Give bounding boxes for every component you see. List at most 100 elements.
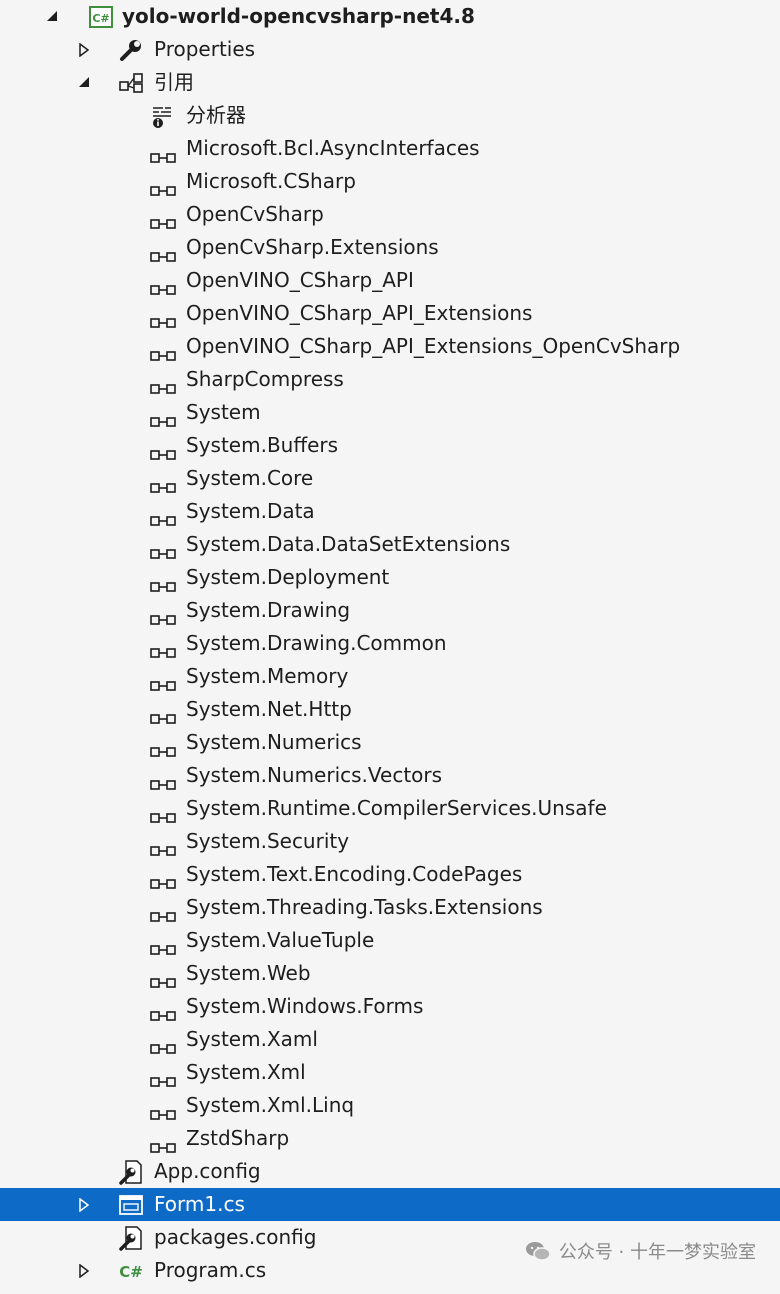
reference-item-label: System.Text.Encoding.CodePages bbox=[186, 862, 523, 886]
assembly-reference-icon bbox=[150, 538, 178, 559]
reference-item[interactable]: OpenCvSharp bbox=[0, 198, 780, 231]
reference-item-label: OpenVINO_CSharp_API_Extensions_OpenCvSha… bbox=[186, 334, 681, 358]
reference-item[interactable]: System.Drawing bbox=[0, 594, 780, 627]
assembly-reference-icon bbox=[150, 1099, 178, 1120]
file-label: App.config bbox=[154, 1159, 261, 1183]
solution-explorer-tree: C# yolo-world-opencvsharp-net4.8 Propert… bbox=[0, 0, 780, 1287]
expand-arrow-icon[interactable] bbox=[76, 1188, 96, 1221]
svg-text:C#: C# bbox=[119, 1263, 143, 1281]
references-node[interactable]: 引用 bbox=[0, 66, 780, 99]
reference-item[interactable]: SharpCompress bbox=[0, 363, 780, 396]
reference-item[interactable]: OpenVINO_CSharp_API bbox=[0, 264, 780, 297]
reference-item[interactable]: System.Memory bbox=[0, 660, 780, 693]
reference-item-label: OpenCvSharp bbox=[186, 202, 324, 226]
properties-node[interactable]: Properties bbox=[0, 33, 780, 66]
assembly-reference-icon bbox=[150, 142, 178, 163]
reference-item-label: System.ValueTuple bbox=[186, 928, 375, 952]
form-icon bbox=[118, 1192, 144, 1218]
reference-item-label: ZstdSharp bbox=[186, 1126, 290, 1150]
reference-item-label: System.Windows.Forms bbox=[186, 994, 424, 1018]
project-files-list: App.config Form1.cs packages.config C# Progr… bbox=[0, 1155, 780, 1287]
reference-item-label: System.Buffers bbox=[186, 433, 339, 457]
reference-item[interactable]: System.Buffers bbox=[0, 429, 780, 462]
reference-item-label: System.Runtime.CompilerServices.Unsafe bbox=[186, 796, 607, 820]
project-node[interactable]: C# yolo-world-opencvsharp-net4.8 bbox=[0, 0, 780, 33]
reference-item[interactable]: ZstdSharp bbox=[0, 1122, 780, 1155]
collapse-arrow-icon[interactable] bbox=[76, 66, 96, 99]
assembly-reference-icon bbox=[150, 1000, 178, 1021]
reference-item[interactable]: System.Core bbox=[0, 462, 780, 495]
reference-item[interactable]: System.Xaml bbox=[0, 1023, 780, 1056]
reference-item[interactable]: System.Numerics bbox=[0, 726, 780, 759]
assembly-reference-icon bbox=[150, 868, 178, 889]
reference-item[interactable]: System.Xml.Linq bbox=[0, 1089, 780, 1122]
expand-arrow-icon[interactable] bbox=[76, 1254, 96, 1287]
reference-item-label: Microsoft.CSharp bbox=[186, 169, 356, 193]
reference-item-label: System.Xaml bbox=[186, 1027, 318, 1051]
reference-item-label: System.Web bbox=[186, 961, 311, 985]
file-node[interactable]: App.config bbox=[0, 1155, 780, 1188]
assembly-reference-icon bbox=[150, 373, 178, 394]
assembly-reference-icon bbox=[150, 901, 178, 922]
references-icon bbox=[118, 70, 144, 96]
assembly-reference-icon bbox=[150, 208, 178, 229]
assembly-reference-icon bbox=[150, 571, 178, 592]
reference-item-label: System.Xml bbox=[186, 1060, 306, 1084]
assembly-reference-icon bbox=[150, 505, 178, 526]
reference-item[interactable]: System.ValueTuple bbox=[0, 924, 780, 957]
reference-item[interactable]: System.Security bbox=[0, 825, 780, 858]
reference-item[interactable]: System.Data.DataSetExtensions bbox=[0, 528, 780, 561]
reference-item[interactable]: Microsoft.Bcl.AsyncInterfaces bbox=[0, 132, 780, 165]
reference-item-label: OpenVINO_CSharp_API_Extensions bbox=[186, 301, 533, 325]
assembly-reference-icon bbox=[150, 967, 178, 988]
assembly-reference-icon bbox=[150, 934, 178, 955]
csharp-project-icon: C# bbox=[88, 4, 114, 30]
reference-item[interactable]: System.Runtime.CompilerServices.Unsafe bbox=[0, 792, 780, 825]
reference-item-label: System.Data.DataSetExtensions bbox=[186, 532, 511, 556]
reference-item[interactable]: System.Xml bbox=[0, 1056, 780, 1089]
assembly-reference-icon bbox=[150, 637, 178, 658]
reference-item-label: System.Drawing.Common bbox=[186, 631, 447, 655]
reference-item-label: OpenCvSharp.Extensions bbox=[186, 235, 439, 259]
reference-item[interactable]: System.Deployment bbox=[0, 561, 780, 594]
assembly-reference-icon bbox=[150, 1066, 178, 1087]
reference-item[interactable]: Microsoft.CSharp bbox=[0, 165, 780, 198]
svg-text:C#: C# bbox=[92, 12, 109, 25]
reference-item-label: System.Drawing bbox=[186, 598, 351, 622]
reference-item[interactable]: System.Net.Http bbox=[0, 693, 780, 726]
reference-item[interactable]: System.Numerics.Vectors bbox=[0, 759, 780, 792]
reference-item[interactable]: OpenVINO_CSharp_API_Extensions_OpenCvSha… bbox=[0, 330, 780, 363]
assembly-reference-icon bbox=[150, 604, 178, 625]
reference-item-label: SharpCompress bbox=[186, 367, 344, 391]
reference-item-label: System.Security bbox=[186, 829, 350, 853]
reference-item[interactable]: System.Text.Encoding.CodePages bbox=[0, 858, 780, 891]
reference-item-label: System.Deployment bbox=[186, 565, 390, 589]
analyzer-node[interactable]: 分析器 bbox=[0, 99, 780, 132]
config-file-icon bbox=[118, 1225, 144, 1251]
assembly-reference-icon bbox=[150, 175, 178, 196]
reference-item[interactable]: System.Threading.Tasks.Extensions bbox=[0, 891, 780, 924]
analyzer-label: 分析器 bbox=[186, 103, 246, 127]
reference-item[interactable]: System.Drawing.Common bbox=[0, 627, 780, 660]
assembly-reference-icon bbox=[150, 736, 178, 757]
assembly-reference-icon bbox=[150, 769, 178, 790]
assembly-reference-icon bbox=[150, 670, 178, 691]
wrench-icon bbox=[118, 37, 144, 63]
expand-arrow-icon[interactable] bbox=[76, 33, 96, 66]
assembly-reference-icon bbox=[150, 439, 178, 460]
wechat-icon bbox=[525, 1240, 551, 1262]
reference-item[interactable]: System bbox=[0, 396, 780, 429]
reference-item-label: System.Data bbox=[186, 499, 315, 523]
reference-item[interactable]: System.Data bbox=[0, 495, 780, 528]
reference-item[interactable]: System.Web bbox=[0, 957, 780, 990]
file-label: packages.config bbox=[154, 1225, 317, 1249]
file-node[interactable]: Form1.cs bbox=[0, 1188, 780, 1221]
project-name: yolo-world-opencvsharp-net4.8 bbox=[122, 4, 475, 28]
reference-item[interactable]: OpenVINO_CSharp_API_Extensions bbox=[0, 297, 780, 330]
assembly-reference-icon bbox=[150, 307, 178, 328]
assembly-reference-icon bbox=[150, 703, 178, 724]
reference-item[interactable]: OpenCvSharp.Extensions bbox=[0, 231, 780, 264]
collapse-arrow-icon[interactable] bbox=[44, 0, 64, 33]
reference-item-label: System.Xml.Linq bbox=[186, 1093, 355, 1117]
reference-item[interactable]: System.Windows.Forms bbox=[0, 990, 780, 1023]
